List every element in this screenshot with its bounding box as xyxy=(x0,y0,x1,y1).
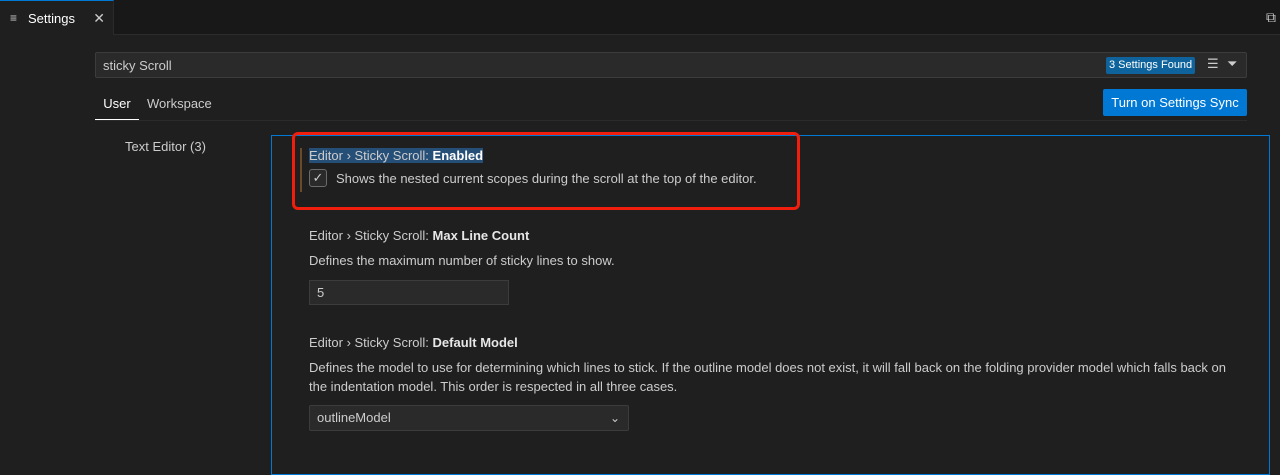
tab-workspace[interactable]: Workspace xyxy=(147,92,212,120)
setting-category: Editor › Sticky Scroll: xyxy=(309,335,433,350)
select-value: outlineModel xyxy=(317,410,391,425)
annotation-highlight-box xyxy=(292,132,800,210)
close-icon[interactable]: ✕ xyxy=(93,10,105,27)
setting-sticky-scroll-max-line-count: Editor › Sticky Scroll: Max Line Count D… xyxy=(309,228,1239,305)
setting-name: Max Line Count xyxy=(432,228,530,243)
search-query[interactable]: sticky Scroll xyxy=(103,58,172,73)
clear-filter-icon[interactable]: ☰ xyxy=(1207,56,1219,72)
turn-on-settings-sync-button[interactable]: Turn on Settings Sync xyxy=(1103,89,1247,116)
setting-title: Editor › Sticky Scroll: Default Model xyxy=(309,335,1239,350)
tab-settings[interactable]: ≡ Settings ✕ xyxy=(0,0,114,35)
divider xyxy=(95,120,1247,121)
max-line-count-input[interactable]: 5 xyxy=(309,280,509,305)
default-model-select[interactable]: outlineModel ⌄ xyxy=(309,405,629,431)
toc-item-text-editor[interactable]: Text Editor (3) xyxy=(125,139,206,154)
settings-search-input[interactable]: sticky Scroll 3 Settings Found ☰ ⏷ xyxy=(95,52,1247,78)
settings-lines-icon: ≡ xyxy=(10,11,18,25)
setting-category: Editor › Sticky Scroll: xyxy=(309,228,433,243)
setting-sticky-scroll-default-model: Editor › Sticky Scroll: Default Model De… xyxy=(309,335,1239,431)
setting-description: Defines the maximum number of sticky lin… xyxy=(309,253,615,268)
filter-icon[interactable]: ⏷ xyxy=(1227,56,1237,72)
chevron-down-icon: ⌄ xyxy=(609,411,620,425)
tab-user[interactable]: User xyxy=(95,92,139,120)
setting-description: Defines the model to use for determining… xyxy=(309,360,1226,394)
editor-tab-bar: ≡ Settings ✕ ⧉ xyxy=(0,0,1280,35)
results-count-badge: 3 Settings Found xyxy=(1106,57,1196,74)
setting-name: Default Model xyxy=(432,335,518,350)
tab-label: Settings xyxy=(28,10,75,26)
setting-title: Editor › Sticky Scroll: Max Line Count xyxy=(309,228,1239,243)
open-settings-json-icon[interactable]: ⧉ xyxy=(1266,9,1276,26)
